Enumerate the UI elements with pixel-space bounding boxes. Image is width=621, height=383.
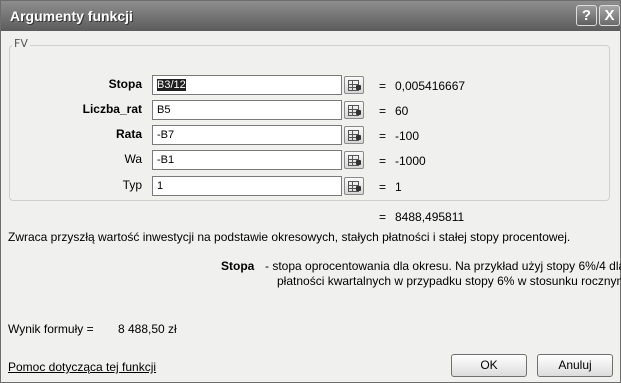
arg-result-liczba-rat: 60 <box>395 104 409 118</box>
arg-label-stopa: Stopa <box>108 77 142 91</box>
equals-sign: = <box>379 129 387 143</box>
function-arguments-dialog: Argumenty funkcji ? X FV Stopa B3/12 = 0… <box>0 0 621 383</box>
arg-help-name: Stopa <box>221 259 255 273</box>
function-name-legend: FV <box>12 37 30 50</box>
collapse-dialog-button-rata[interactable] <box>344 126 364 144</box>
arg-input-stopa[interactable]: B3/12 <box>152 75 342 95</box>
arg-label-liczba-rat: Liczba_rat <box>82 102 142 116</box>
collapse-dialog-button-stopa[interactable] <box>344 76 364 94</box>
cancel-button[interactable]: Anuluj <box>537 354 613 377</box>
arg-input-rata[interactable]: -B7 <box>152 125 342 145</box>
arg-input-stopa-value: B3/12 <box>157 79 186 91</box>
arg-label-rata: Rata <box>115 127 142 141</box>
arg-result-wa: -1000 <box>395 154 426 168</box>
arg-input-liczba-rat[interactable]: B5 <box>152 100 342 120</box>
close-icon[interactable]: X <box>599 5 620 26</box>
arg-result-rata: -100 <box>395 129 420 143</box>
overall-result: 8488,495811 <box>395 210 465 224</box>
help-link[interactable]: Pomoc dotycząca tej funkcji <box>8 360 156 374</box>
equals-sign: = <box>379 180 387 194</box>
collapse-dialog-button-wa[interactable] <box>344 151 364 169</box>
arg-result-typ: 1 <box>395 180 402 194</box>
arg-input-typ[interactable]: 1 <box>152 176 342 196</box>
arg-input-wa[interactable]: -B1 <box>152 150 342 170</box>
collapse-dialog-button-liczba-rat[interactable] <box>344 101 364 119</box>
arg-help-line1: - stopa oprocentowania dla okresu. Na pr… <box>265 259 621 273</box>
arg-label-typ: Typ <box>122 178 142 192</box>
formula-result-value: 8 488,50 zł <box>118 322 177 336</box>
help-icon[interactable]: ? <box>576 5 597 26</box>
function-description: Zwraca przyszłą wartość inwestycji na po… <box>8 230 571 244</box>
equals-sign: = <box>379 210 387 224</box>
arg-label-wa: Wa <box>124 152 142 166</box>
formula-result-label: Wynik formuły = <box>8 322 94 336</box>
dialog-title: Argumenty funkcji <box>10 8 133 24</box>
title-bar: Argumenty funkcji ? X <box>1 1 620 31</box>
arg-result-stopa: 0,005416667 <box>395 79 466 93</box>
ok-button[interactable]: OK <box>451 354 527 377</box>
equals-sign: = <box>379 79 387 93</box>
equals-sign: = <box>379 154 387 168</box>
equals-sign: = <box>379 104 387 118</box>
arg-help-line2: płatności kwartalnych w przypadku stopy … <box>277 274 621 288</box>
collapse-dialog-button-typ[interactable] <box>344 177 364 195</box>
